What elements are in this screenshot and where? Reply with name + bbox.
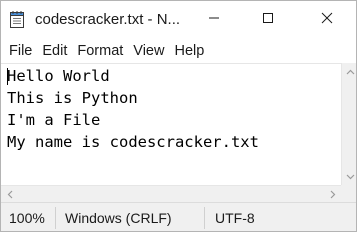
menu-edit[interactable]: Edit [37,39,72,63]
close-button[interactable] [297,1,356,39]
minimize-icon [208,11,220,29]
scroll-up-icon[interactable] [342,63,356,80]
menu-format[interactable]: Format [72,39,128,63]
vertical-scrollbar[interactable] [341,63,356,185]
text-line: This is Python [7,89,138,107]
encoding: UTF-8 [215,210,255,226]
scrollbar-corner [341,185,356,202]
title-bar[interactable]: codescracker.txt - N... [1,1,356,39]
minimize-button[interactable] [187,1,241,39]
maximize-icon [262,11,274,29]
status-divider [204,207,205,229]
notepad-icon [9,10,25,29]
text-line: My name is codescracker.txt [7,133,259,151]
menu-bar: File Edit Format View Help [1,39,356,63]
scroll-left-icon[interactable] [1,186,18,203]
menu-file[interactable]: File [4,39,37,63]
text-caret [7,68,8,85]
text-editor[interactable]: Hello World This is Python I'm a File My… [1,63,341,185]
line-ending: Windows (CRLF) [65,210,172,226]
notepad-window: codescracker.txt - N... File Edit Format… [0,0,357,232]
close-icon [321,11,333,29]
zoom-level: 100% [9,210,45,226]
maximize-button[interactable] [241,1,295,39]
scroll-down-icon[interactable] [342,168,356,185]
window-title: codescracker.txt - N... [35,11,181,28]
text-line: Hello World [7,67,110,85]
menu-view[interactable]: View [128,39,169,63]
horizontal-scrollbar[interactable] [1,185,341,202]
menu-help[interactable]: Help [169,39,209,63]
text-line: I'm a File [7,111,101,129]
status-divider [55,207,56,229]
status-bar: 100% Windows (CRLF) UTF-8 [1,202,356,231]
scroll-right-icon[interactable] [324,186,341,203]
